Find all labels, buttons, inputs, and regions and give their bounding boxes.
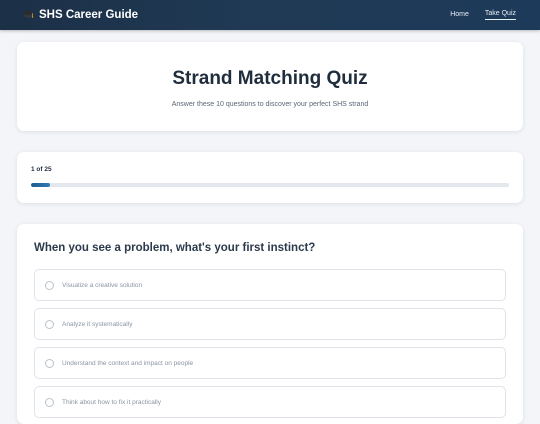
navbar: SHS Career Guide Home Take Quiz <box>0 0 540 30</box>
radio-button[interactable] <box>45 397 54 407</box>
hero-card: Strand Matching Quiz Answer these 10 que… <box>17 42 523 131</box>
answer-option[interactable]: Think about how to fix it practically <box>34 386 506 418</box>
progress-bar-fill <box>31 183 51 187</box>
radio-button[interactable] <box>45 358 54 368</box>
question-card: When you see a problem, what's your firs… <box>17 224 523 424</box>
nav-link-take-quiz[interactable]: Take Quiz <box>484 10 516 20</box>
answer-option-label: Visualize a creative solution <box>62 281 143 289</box>
answer-option-label: Understand the context and impact on peo… <box>62 359 194 367</box>
answer-options: Visualize a creative solution Analyze it… <box>34 269 506 418</box>
nav-link-home[interactable]: Home <box>450 11 469 20</box>
answer-option-label: Analyze it systematically <box>62 320 133 328</box>
brand-name: SHS Career Guide <box>39 9 139 21</box>
answer-option[interactable]: Analyze it systematically <box>34 308 506 340</box>
progress-card: 1 of 25 <box>17 152 523 203</box>
answer-option[interactable]: Understand the context and impact on peo… <box>34 347 506 379</box>
radio-button[interactable] <box>45 280 54 290</box>
progress-counter: 1 of 25 <box>31 166 52 173</box>
page-subtitle: Answer these 10 questions to discover yo… <box>171 101 369 108</box>
radio-button[interactable] <box>45 319 54 329</box>
graduation-cap-icon <box>22 10 34 18</box>
page-title: Strand Matching Quiz <box>172 68 368 89</box>
answer-option-label: Think about how to fix it practically <box>62 398 161 406</box>
brand[interactable]: SHS Career Guide <box>22 9 138 21</box>
answer-option[interactable]: Visualize a creative solution <box>34 269 506 301</box>
question-text: When you see a problem, what's your firs… <box>34 242 316 254</box>
nav-links: Home Take Quiz <box>450 10 516 20</box>
progress-bar <box>31 183 509 187</box>
